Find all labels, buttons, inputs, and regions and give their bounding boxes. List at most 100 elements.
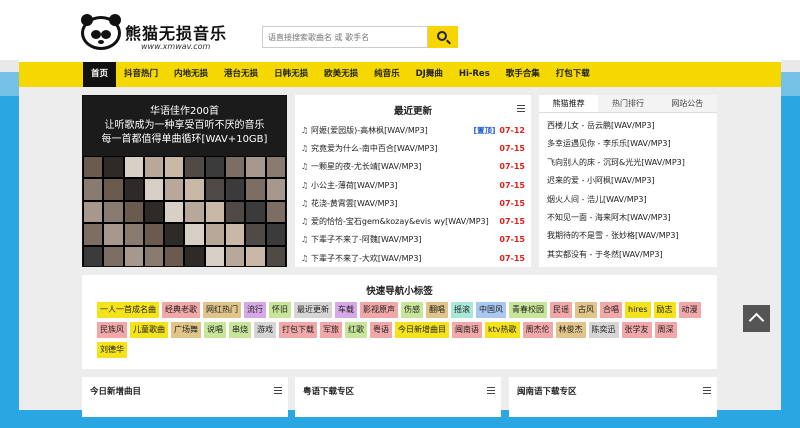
nav-tag[interactable]: 翻唱 <box>426 302 448 318</box>
nav-tag[interactable]: 林俊杰 <box>555 322 586 338</box>
nav-tag[interactable]: 广场舞 <box>171 322 201 338</box>
nav-item-douyin[interactable]: 抖音热门 <box>116 62 166 87</box>
nav-tag[interactable]: 刘德华 <box>97 342 127 358</box>
song-list-item[interactable]: ♫ 一颗星的夜-尤长靖[WAV/MP3] 07-15 <box>301 158 525 176</box>
recommend-item[interactable]: 其实都没有 - 于冬然[WAV/MP3] <box>547 246 709 264</box>
nav-tag[interactable]: 打包下载 <box>279 322 317 338</box>
song-list-item[interactable]: ♫ 下辈子不来了-大欢[WAV/MP3] 07-15 <box>301 249 525 267</box>
nav-tag[interactable]: 周深 <box>654 322 677 338</box>
album-cover-tile <box>103 223 124 246</box>
song-list-item[interactable]: ♫ 花浇-黄霄雲[WAV/MP3] 07-15 <box>301 194 525 212</box>
nav-tag[interactable]: 流行 <box>244 302 266 318</box>
recommend-item[interactable]: 多幸运遇见你 - 李乐乐[WAV/MP3] <box>547 135 709 153</box>
music-note-icon: ♫ <box>301 198 309 208</box>
nav-item-pure-music[interactable]: 纯音乐 <box>366 62 408 87</box>
main-nav: 首页 抖音热门 内地无损 港台无损 日韩无损 欧美无损 纯音乐 DJ舞曲 Hi-… <box>19 62 781 87</box>
nav-item-home[interactable]: 首页 <box>83 62 117 87</box>
nav-item-pack-download[interactable]: 打包下载 <box>548 62 598 87</box>
nav-tag[interactable]: 儿童歌曲 <box>130 322 168 338</box>
nav-tag[interactable]: 周杰伦 <box>522 322 553 338</box>
nav-tag[interactable]: 车载 <box>335 302 357 318</box>
album-cover-tile <box>123 156 144 179</box>
album-cover-tile <box>225 245 246 266</box>
search-input[interactable] <box>262 26 428 48</box>
nav-tag[interactable]: 励志 <box>653 302 676 318</box>
nav-item-western[interactable]: 欧美无损 <box>316 62 366 87</box>
back-to-top-button[interactable] <box>743 305 770 332</box>
nav-tag[interactable]: 中国风 <box>476 302 506 318</box>
nav-item-hires[interactable]: Hi-Res <box>451 62 498 87</box>
album-cover-tile <box>225 178 246 201</box>
song-list-item[interactable]: ♫ 爱的恰恰-宝石gem&kozay&evis wy[WAV/MP3] 07-15 <box>301 212 525 230</box>
tab-panda-recommend[interactable]: 熊猫推荐 <box>539 95 599 112</box>
nav-tag[interactable]: 民族风 <box>97 322 127 338</box>
nav-item-dj[interactable]: DJ舞曲 <box>408 62 451 87</box>
recommend-item[interactable]: 我期待的不是雪 - 张妙格[WAV/MP3] <box>547 227 709 245</box>
nav-tag[interactable]: 动漫 <box>678 302 701 318</box>
tab-hot-ranking[interactable]: 热门排行 <box>598 95 657 112</box>
album-cover-tile <box>83 178 104 201</box>
song-list-item[interactable]: ♫ 下辈子不来了-阿魏[WAV/MP3] 07-15 <box>301 231 525 249</box>
pinned-tag: [置顶] <box>473 125 496 135</box>
recommend-item[interactable]: 不知见一面 - 海来阿木[WAV/MP3] <box>547 209 709 227</box>
song-list-item[interactable]: ♫ 阿嬷(爱园版)-高林枫[WAV/MP3] [置顶] 07-12 <box>301 121 525 139</box>
song-title: 小公主-薄荷[WAV/MP3] <box>311 180 398 190</box>
recommend-item[interactable]: 烟火人间 - 浩儿[WAV/MP3] <box>547 191 709 209</box>
song-title: 下辈子不来了-大欢[WAV/MP3] <box>311 253 422 263</box>
album-cover-tile <box>245 245 266 266</box>
nav-tag[interactable]: 怀旧 <box>269 302 291 318</box>
nav-tag[interactable]: 红歌 <box>345 322 367 338</box>
recommend-item[interactable]: 飞向别人的床 - 沉珂&光光[WAV/MP3] <box>547 154 709 172</box>
promo-banner[interactable]: 华语佳作200首 让听歌成为一种享受百听不厌的音乐 每一首都值得单曲循环[WAV… <box>82 95 287 267</box>
nav-tag[interactable]: 民谣 <box>550 302 572 318</box>
nav-tag[interactable]: hires <box>625 302 651 318</box>
nav-tag[interactable]: 网红热门 <box>203 302 241 318</box>
nav-tag[interactable]: ktv热歌 <box>485 322 520 338</box>
album-cover-tile <box>225 223 246 246</box>
album-cover-tile <box>103 245 124 266</box>
nav-tag[interactable]: 古风 <box>575 302 597 318</box>
search-button[interactable] <box>428 26 458 48</box>
nav-tag[interactable]: 一人一首成名曲 <box>97 302 159 318</box>
list-menu-icon[interactable] <box>274 387 282 394</box>
album-cover-tile <box>164 200 185 224</box>
nav-tag[interactable]: 粤语 <box>370 322 392 338</box>
nav-tag[interactable]: 今日新增曲目 <box>395 322 449 338</box>
nav-item-mainland[interactable]: 内地无损 <box>166 62 216 87</box>
album-cover-tile <box>265 156 286 179</box>
nav-tag[interactable]: 军旅 <box>320 322 342 338</box>
site-logo[interactable]: 熊猫无损音乐 www.xmwav.com <box>81 14 231 54</box>
album-cover-tile <box>184 156 205 179</box>
nav-tag[interactable]: 合唱 <box>600 302 622 318</box>
list-menu-icon[interactable] <box>703 387 711 394</box>
nav-tag[interactable]: 说唱 <box>204 322 226 338</box>
nav-item-hktw[interactable]: 港台无损 <box>216 62 266 87</box>
nav-tag[interactable]: 陈奕迅 <box>588 322 619 338</box>
nav-tag[interactable]: 闽南语 <box>452 322 482 338</box>
list-menu-icon[interactable] <box>487 387 495 394</box>
album-cover-tile <box>184 245 205 266</box>
nav-tag[interactable]: 经典老歌 <box>162 302 200 318</box>
album-cover-tile <box>164 245 185 266</box>
nav-tag[interactable]: 最近更新 <box>294 302 332 318</box>
album-cover-tile <box>164 156 185 179</box>
song-date: 07-15 <box>499 235 525 245</box>
song-title: 究竟爱为什么-南中百合[WAV/MP3] <box>311 143 438 153</box>
list-menu-icon[interactable] <box>517 105 525 112</box>
nav-tag[interactable]: 张学友 <box>621 322 652 338</box>
panel-title: 最近更新 <box>393 106 432 117</box>
recommend-item[interactable]: 迟来的爱 - 小阿枫[WAV/MP3] <box>547 172 709 190</box>
tab-announcements[interactable]: 网站公告 <box>658 95 717 112</box>
recommend-item[interactable]: 西楼儿女 - 岳云鹏[WAV/MP3] <box>547 117 709 135</box>
nav-tag[interactable]: 伤感 <box>401 302 423 318</box>
nav-tag[interactable]: 影视原声 <box>360 302 398 318</box>
song-list-item[interactable]: ♫ 小公主-薄荷[WAV/MP3] 07-15 <box>301 176 525 194</box>
song-date: 07-15 <box>499 180 525 190</box>
nav-tag[interactable]: 串烧 <box>229 322 251 338</box>
nav-tag[interactable]: 游戏 <box>254 322 276 338</box>
nav-item-singer-collection[interactable]: 歌手合集 <box>498 62 548 87</box>
nav-tag[interactable]: 青春校园 <box>509 302 547 318</box>
nav-tag[interactable]: 摇滚 <box>451 302 473 318</box>
song-list-item[interactable]: ♫ 究竟爱为什么-南中百合[WAV/MP3] 07-15 <box>301 139 525 157</box>
nav-item-jpkr[interactable]: 日韩无损 <box>266 62 316 87</box>
